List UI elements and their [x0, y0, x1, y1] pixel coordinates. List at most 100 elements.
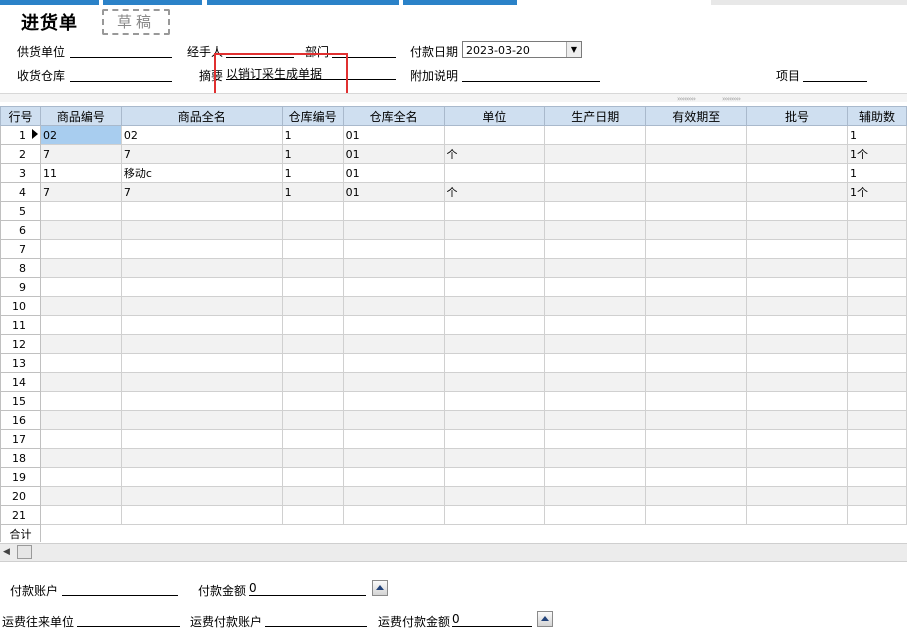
grid-cell-mfg[interactable] [544, 391, 647, 411]
grid-cell-exp[interactable] [645, 163, 748, 183]
row-number[interactable]: 14 [0, 372, 41, 392]
tab-strip-segment[interactable] [207, 0, 399, 5]
row-number[interactable]: 6 [0, 220, 41, 240]
grid-cell-exp[interactable] [645, 448, 748, 468]
grid-cell-wh_code[interactable] [281, 296, 344, 316]
table-row[interactable]: 4 7 7 1 01 个 1个 [0, 182, 907, 202]
grid-cell-aux[interactable] [846, 296, 907, 316]
grid-cell-wh_name[interactable] [342, 486, 445, 506]
extra-field[interactable] [462, 67, 600, 82]
table-row[interactable]: 15 [0, 391, 907, 411]
grid-cell-batch[interactable] [746, 505, 848, 525]
table-row[interactable]: 21 [0, 505, 907, 525]
grid-cell-mfg[interactable] [544, 163, 647, 183]
scroll-thumb[interactable] [17, 545, 32, 559]
table-row[interactable]: 19 [0, 467, 907, 487]
grid-cell-wh_name[interactable] [342, 372, 445, 392]
grid-cell-wh_name[interactable] [342, 505, 445, 525]
grid-cell-unit[interactable] [443, 239, 546, 259]
grid-cell-exp[interactable] [645, 144, 748, 164]
row-number[interactable]: 7 [0, 239, 41, 259]
grid-cell-batch[interactable] [746, 125, 848, 145]
grid-cell-code[interactable] [39, 334, 122, 354]
pay-expand-button[interactable] [372, 580, 388, 596]
row-number[interactable]: 1 [0, 125, 41, 145]
grid-cell-wh_name[interactable] [342, 239, 445, 259]
panel-splitter[interactable]: ›››››››››› ›››››››››› [0, 93, 907, 103]
table-row[interactable]: 5 [0, 201, 907, 221]
grid-cell-batch[interactable] [746, 201, 848, 221]
grid-cell-name[interactable] [120, 220, 283, 240]
grid-cell-aux[interactable] [846, 448, 907, 468]
grid-cell-exp[interactable] [645, 315, 748, 335]
grid-cell-aux[interactable] [846, 486, 907, 506]
grid-cell-batch[interactable] [746, 315, 848, 335]
grid-cell-batch[interactable] [746, 391, 848, 411]
grid-cell-aux[interactable] [846, 410, 907, 430]
grid-cell-wh_code[interactable] [281, 391, 344, 411]
grid-cell-exp[interactable] [645, 372, 748, 392]
grid-cell-wh_code[interactable] [281, 220, 344, 240]
grid-cell-wh_name[interactable] [342, 391, 445, 411]
paydate-picker[interactable]: 2023-03-20 ▼ [462, 41, 582, 58]
grid-cell-unit[interactable] [443, 334, 546, 354]
grid-cell-code[interactable] [39, 486, 122, 506]
grid-cell-name[interactable] [120, 296, 283, 316]
grid-cell-mfg[interactable] [544, 372, 647, 392]
grid-cell-name[interactable] [120, 410, 283, 430]
grid-cell-wh_name[interactable] [342, 410, 445, 430]
column-header[interactable]: 有效期至 [645, 106, 748, 126]
table-row[interactable]: 3 11 移动c 1 01 1 [0, 163, 907, 183]
grid-cell-aux[interactable]: 1个 [846, 182, 907, 202]
tab-strip-segment[interactable] [403, 0, 517, 5]
grid-cell-mfg[interactable] [544, 486, 647, 506]
table-row[interactable]: 9 [0, 277, 907, 297]
column-header[interactable]: 辅助数 [846, 106, 907, 126]
grid-cell-unit[interactable] [443, 353, 546, 373]
warehouse-field[interactable] [70, 67, 172, 82]
grid-cell-batch[interactable] [746, 144, 848, 164]
grid-cell-mfg[interactable] [544, 505, 647, 525]
tab-strip-segment[interactable] [0, 0, 99, 5]
grid-cell-unit[interactable] [443, 410, 546, 430]
grid-cell-exp[interactable] [645, 391, 748, 411]
table-row[interactable]: 1 02 02 1 01 1 [0, 125, 907, 145]
grid-cell-exp[interactable] [645, 258, 748, 278]
table-row[interactable]: 17 [0, 429, 907, 449]
grid-cell-batch[interactable] [746, 353, 848, 373]
grid-cell-batch[interactable] [746, 334, 848, 354]
grid-cell-aux[interactable] [846, 391, 907, 411]
grid-cell-exp[interactable] [645, 410, 748, 430]
row-number[interactable]: 19 [0, 467, 41, 487]
freight-account-field[interactable] [265, 612, 367, 627]
supplier-field[interactable] [70, 43, 172, 58]
row-number[interactable]: 16 [0, 410, 41, 430]
row-number[interactable]: 10 [0, 296, 41, 316]
grid-cell-mfg[interactable] [544, 315, 647, 335]
grid-cell-unit[interactable] [443, 486, 546, 506]
grid-cell-unit[interactable] [443, 125, 546, 145]
grid-cell-wh_name[interactable]: 01 [342, 144, 445, 164]
grid-cell-batch[interactable] [746, 467, 848, 487]
chevron-down-icon[interactable]: ▼ [566, 42, 581, 57]
grid-cell-unit[interactable] [443, 201, 546, 221]
grid-cell-wh_code[interactable] [281, 486, 344, 506]
grid-cell-exp[interactable] [645, 125, 748, 145]
grid-cell-wh_code[interactable] [281, 353, 344, 373]
grid-cell-wh_code[interactable] [281, 239, 344, 259]
pay-account-field[interactable] [62, 581, 178, 596]
grid-cell-wh_code[interactable] [281, 372, 344, 392]
grid-cell-batch[interactable] [746, 163, 848, 183]
grid-cell-code[interactable] [39, 429, 122, 449]
grid-cell-mfg[interactable] [544, 353, 647, 373]
grid-cell-aux[interactable] [846, 201, 907, 221]
table-row[interactable]: 14 [0, 372, 907, 392]
column-header[interactable]: 单位 [443, 106, 546, 126]
column-header[interactable]: 批号 [746, 106, 848, 126]
grid-cell-name[interactable] [120, 258, 283, 278]
grid-cell-exp[interactable] [645, 296, 748, 316]
grid-cell-name[interactable] [120, 372, 283, 392]
grid-cell-mfg[interactable] [544, 277, 647, 297]
grid-cell-wh_name[interactable] [342, 277, 445, 297]
grid-cell-wh_name[interactable] [342, 296, 445, 316]
